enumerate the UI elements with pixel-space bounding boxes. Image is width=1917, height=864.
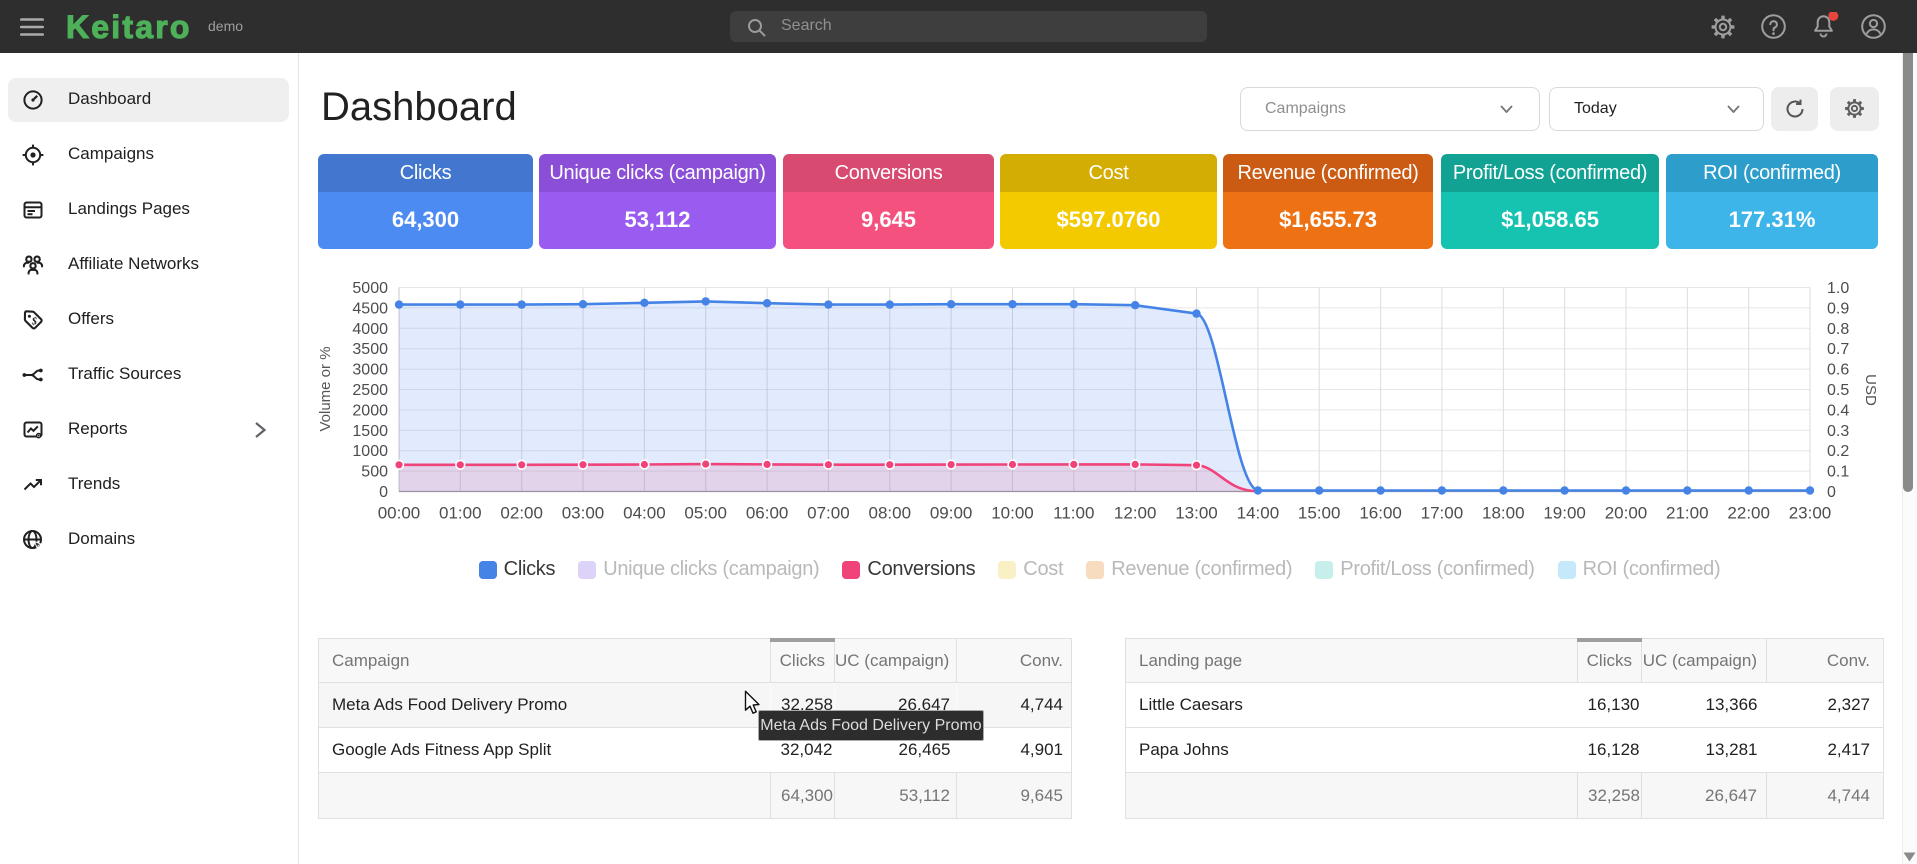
svg-text:1500: 1500 bbox=[352, 423, 388, 440]
svg-text:23:00: 23:00 bbox=[1789, 504, 1832, 523]
svg-text:2500: 2500 bbox=[352, 382, 388, 399]
svg-text:3000: 3000 bbox=[352, 362, 388, 379]
svg-text:01:00: 01:00 bbox=[439, 504, 482, 523]
svg-text:0.9: 0.9 bbox=[1827, 300, 1849, 317]
svg-text:Volume or %: Volume or % bbox=[317, 346, 334, 431]
svg-text:18:00: 18:00 bbox=[1482, 504, 1525, 523]
svg-text:08:00: 08:00 bbox=[869, 504, 912, 523]
svg-text:06:00: 06:00 bbox=[746, 504, 789, 523]
svg-text:12:00: 12:00 bbox=[1114, 504, 1157, 523]
svg-text:10:00: 10:00 bbox=[991, 504, 1034, 523]
svg-text:0.8: 0.8 bbox=[1827, 321, 1849, 338]
svg-text:15:00: 15:00 bbox=[1298, 504, 1341, 523]
svg-text:0.2: 0.2 bbox=[1827, 443, 1849, 460]
svg-text:17:00: 17:00 bbox=[1421, 504, 1464, 523]
svg-text:04:00: 04:00 bbox=[623, 504, 666, 523]
svg-text:03:00: 03:00 bbox=[562, 504, 605, 523]
svg-text:5000: 5000 bbox=[352, 280, 388, 297]
svg-text:1000: 1000 bbox=[352, 443, 388, 460]
svg-text:22:00: 22:00 bbox=[1727, 504, 1770, 523]
svg-text:0: 0 bbox=[379, 484, 388, 501]
svg-text:16:00: 16:00 bbox=[1359, 504, 1402, 523]
svg-text:$: $ bbox=[31, 317, 37, 328]
svg-text:0.4: 0.4 bbox=[1827, 402, 1849, 419]
svg-text:07:00: 07:00 bbox=[807, 504, 850, 523]
svg-text:0.6: 0.6 bbox=[1827, 362, 1849, 379]
svg-text:02:00: 02:00 bbox=[500, 504, 543, 523]
svg-text:0: 0 bbox=[1827, 484, 1836, 501]
svg-text:14:00: 14:00 bbox=[1237, 504, 1280, 523]
svg-text:0.1: 0.1 bbox=[1827, 464, 1849, 481]
svg-text:4500: 4500 bbox=[352, 300, 388, 317]
svg-text:05:00: 05:00 bbox=[684, 504, 727, 523]
svg-text:21:00: 21:00 bbox=[1666, 504, 1709, 523]
svg-text:0.5: 0.5 bbox=[1827, 382, 1849, 399]
svg-text:11:00: 11:00 bbox=[1053, 504, 1094, 523]
svg-text:3500: 3500 bbox=[352, 341, 388, 358]
svg-text:0.3: 0.3 bbox=[1827, 423, 1849, 440]
svg-text:4000: 4000 bbox=[352, 321, 388, 338]
svg-text:2000: 2000 bbox=[352, 402, 388, 419]
svg-text:19:00: 19:00 bbox=[1543, 504, 1586, 523]
svg-text:0.7: 0.7 bbox=[1827, 341, 1849, 358]
svg-text:13:00: 13:00 bbox=[1175, 504, 1218, 523]
svg-text:1.0: 1.0 bbox=[1827, 280, 1849, 297]
svg-text:20:00: 20:00 bbox=[1605, 504, 1648, 523]
svg-text:500: 500 bbox=[361, 464, 388, 481]
svg-text:09:00: 09:00 bbox=[930, 504, 973, 523]
svg-text:00:00: 00:00 bbox=[378, 504, 421, 523]
svg-text:USD: USD bbox=[1862, 374, 1879, 406]
